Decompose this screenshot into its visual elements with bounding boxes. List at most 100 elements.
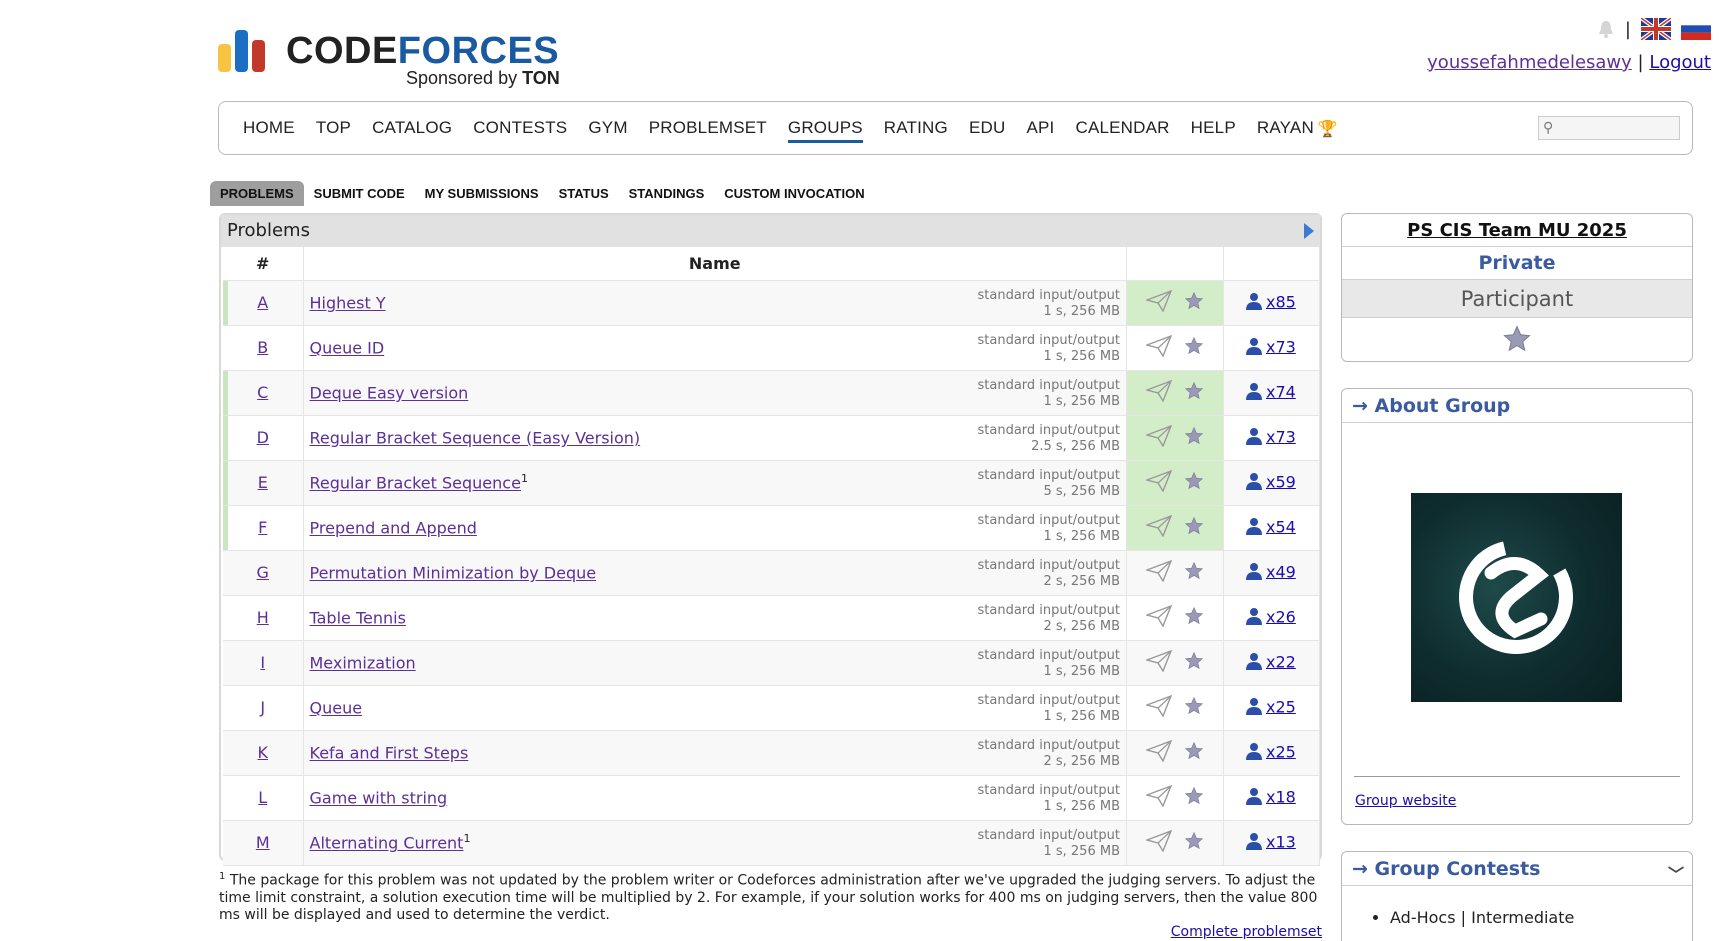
nav-item-gym[interactable]: GYM (588, 118, 627, 138)
nav-item-help[interactable]: HELP (1191, 118, 1236, 138)
codeforces-logo[interactable]: CODEFORCES Sponsored by TON (218, 24, 578, 88)
russian-flag-icon[interactable] (1681, 18, 1711, 40)
problem-index-link[interactable]: G (257, 563, 269, 582)
problem-name-link[interactable]: Permutation Minimization by Deque (310, 564, 597, 583)
problem-name-link[interactable]: Queue (310, 699, 363, 718)
problem-index-cell: A (223, 280, 304, 326)
submit-plane-icon[interactable] (1144, 829, 1173, 856)
contest-list-item[interactable]: Ad-Hocs | Intermediate (1390, 908, 1692, 927)
favourite-star-icon[interactable] (1184, 471, 1204, 495)
submit-plane-icon[interactable] (1144, 649, 1173, 676)
complete-problemset-link[interactable]: Complete problemset (1171, 924, 1322, 940)
problem-index-link[interactable]: J (260, 698, 265, 717)
problem-name-link[interactable]: Table Tennis (310, 609, 406, 628)
problem-name-link[interactable]: Queue ID (310, 339, 385, 358)
solved-count-link[interactable]: x18 (1266, 787, 1296, 806)
solved-count-link[interactable]: x73 (1266, 427, 1296, 446)
nav-item-api[interactable]: API (1026, 118, 1054, 138)
group-website-link[interactable]: Group website (1355, 793, 1456, 809)
problem-name-link[interactable]: Game with string (310, 789, 448, 808)
solved-count-link[interactable]: x13 (1266, 832, 1296, 851)
problem-index-link[interactable]: M (256, 833, 270, 852)
notification-bell-icon[interactable] (1597, 19, 1615, 39)
english-flag-icon[interactable] (1641, 18, 1671, 40)
tab-submit-code[interactable]: SUBMIT CODE (304, 181, 415, 206)
nav-item-rating[interactable]: RATING (884, 118, 948, 138)
submit-plane-icon[interactable] (1144, 604, 1173, 631)
problem-name-link[interactable]: Regular Bracket Sequence (310, 474, 521, 493)
submit-plane-icon[interactable] (1144, 784, 1173, 811)
problem-index-link[interactable]: C (257, 383, 268, 402)
favourite-star-icon[interactable] (1184, 381, 1204, 405)
nav-item-problemset[interactable]: PROBLEMSET (649, 118, 767, 138)
favourite-star-icon[interactable] (1184, 696, 1204, 720)
solved-count-link[interactable]: x25 (1266, 742, 1296, 761)
problem-index-link[interactable]: E (258, 473, 268, 492)
solved-count-link[interactable]: x25 (1266, 697, 1296, 716)
favourite-star-icon[interactable] (1184, 606, 1204, 630)
tab-standings[interactable]: STANDINGS (619, 181, 715, 206)
nav-item-contests[interactable]: CONTESTS (473, 118, 567, 138)
submit-plane-icon[interactable] (1144, 559, 1173, 586)
solved-count-link[interactable]: x22 (1266, 652, 1296, 671)
nav-item-top[interactable]: TOP (316, 118, 351, 138)
username-link[interactable]: youssefahmedelesawy (1427, 52, 1632, 73)
expand-arrow-icon[interactable] (1304, 223, 1314, 239)
favourite-star-icon[interactable] (1184, 291, 1204, 315)
submit-plane-icon[interactable] (1144, 514, 1173, 541)
favourite-star-icon[interactable] (1184, 561, 1204, 585)
solved-count-link[interactable]: x26 (1266, 607, 1296, 626)
search-input[interactable]: ⚲ (1538, 116, 1680, 140)
solved-count-link[interactable]: x54 (1266, 517, 1296, 536)
logout-link[interactable]: Logout (1649, 52, 1711, 73)
favourite-star-icon[interactable] (1184, 831, 1204, 855)
submit-plane-icon[interactable] (1144, 334, 1173, 361)
solved-count-link[interactable]: x85 (1266, 292, 1296, 311)
problem-index-link[interactable]: H (257, 608, 269, 627)
problem-index-link[interactable]: B (257, 338, 268, 357)
problem-name-link[interactable]: Meximization (310, 654, 416, 673)
problem-name-link[interactable]: Highest Y (310, 294, 386, 313)
chevron-down-icon[interactable]: ﹀ (1668, 858, 1684, 892)
problem-name-link[interactable]: Regular Bracket Sequence (Easy Version) (310, 429, 641, 448)
nav-item-home[interactable]: HOME (243, 118, 295, 138)
problem-name-link[interactable]: Deque Easy version (310, 384, 469, 403)
favourite-star-icon[interactable] (1184, 741, 1204, 765)
favourite-star-icon[interactable] (1184, 336, 1204, 360)
nav-item-catalog[interactable]: CATALOG (372, 118, 452, 138)
nav-item-rayan[interactable]: RAYAN (1257, 118, 1314, 138)
submit-plane-icon[interactable] (1144, 694, 1173, 721)
problem-name-link[interactable]: Alternating Current (310, 834, 464, 853)
problem-index-link[interactable]: I (260, 653, 265, 672)
favourite-star-icon[interactable] (1184, 516, 1204, 540)
favourite-star-icon[interactable] (1184, 651, 1204, 675)
solved-count-link[interactable]: x49 (1266, 562, 1296, 581)
nav-item-calendar[interactable]: CALENDAR (1075, 118, 1169, 138)
nav-item-edu[interactable]: EDU (969, 118, 1006, 138)
problem-name-link[interactable]: Kefa and First Steps (310, 744, 469, 763)
submit-plane-icon[interactable] (1144, 469, 1173, 496)
favourite-star-icon[interactable] (1184, 786, 1204, 810)
submit-plane-icon[interactable] (1144, 289, 1173, 316)
problem-index-link[interactable]: L (258, 788, 267, 807)
problem-name-link[interactable]: Prepend and Append (310, 519, 477, 538)
problem-index-link[interactable]: F (258, 518, 267, 537)
solved-count-link[interactable]: x74 (1266, 382, 1296, 401)
submit-plane-icon[interactable] (1144, 379, 1173, 406)
submit-plane-icon[interactable] (1144, 424, 1173, 451)
favourite-star-icon[interactable] (1501, 324, 1533, 354)
tab-status[interactable]: STATUS (549, 181, 619, 206)
solved-count-link[interactable]: x73 (1266, 337, 1296, 356)
tab-my-submissions[interactable]: MY SUBMISSIONS (415, 181, 549, 206)
nav-item-groups[interactable]: GROUPS (787, 118, 863, 143)
problem-index-link[interactable]: A (257, 293, 268, 312)
problem-io: standard input/output (977, 647, 1121, 663)
tab-custom-invocation[interactable]: CUSTOM INVOCATION (714, 181, 874, 206)
problem-index-link[interactable]: K (258, 743, 269, 762)
solved-count-link[interactable]: x59 (1266, 472, 1296, 491)
group-name-link[interactable]: PS CIS Team MU 2025 (1407, 220, 1627, 241)
favourite-star-icon[interactable] (1184, 426, 1204, 450)
tab-problems[interactable]: PROBLEMS (210, 181, 304, 206)
submit-plane-icon[interactable] (1144, 739, 1173, 766)
problem-index-link[interactable]: D (257, 428, 269, 447)
